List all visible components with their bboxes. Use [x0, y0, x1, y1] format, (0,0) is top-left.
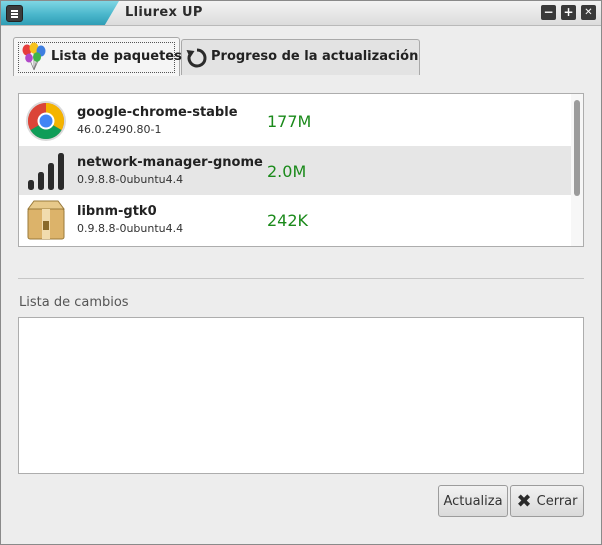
- signal-bars-icon: [28, 153, 64, 190]
- close-x-icon: ✖: [516, 490, 532, 512]
- package-name: google-chrome-stable: [77, 105, 238, 120]
- changes-textarea[interactable]: [18, 317, 584, 474]
- tab-package-list[interactable]: Lista de paquetes: [13, 37, 182, 76]
- close-button-label: Cerrar: [536, 493, 578, 509]
- tab-package-list-label: Lista de paquetes: [51, 49, 182, 64]
- package-row[interactable]: google-chrome-stable 46.0.2490.80-1 177M: [19, 96, 571, 145]
- app-window: Lliurex UP − + ✕ Lista de paquetes Progr…: [0, 0, 602, 545]
- update-button[interactable]: Actualiza: [438, 485, 508, 517]
- minimize-icon[interactable]: −: [541, 5, 556, 20]
- refresh-icon: [186, 48, 207, 68]
- package-box-icon: [27, 200, 65, 240]
- package-version: 0.9.8.8-0ubuntu4.4: [77, 173, 184, 186]
- package-version: 46.0.2490.80-1: [77, 123, 162, 136]
- package-size: 177M: [267, 112, 312, 131]
- window-title: Lliurex UP: [125, 5, 203, 20]
- chrome-icon: [26, 101, 66, 141]
- package-size: 2.0M: [267, 162, 307, 181]
- section-divider: [18, 278, 584, 279]
- package-name: libnm-gtk0: [77, 204, 157, 219]
- package-row[interactable]: libnm-gtk0 0.9.8.8-0ubuntu4.4 242K: [19, 195, 571, 244]
- package-version: 0.9.8.8-0ubuntu4.4: [77, 222, 184, 235]
- title-bar[interactable]: Lliurex UP − + ✕: [1, 1, 601, 26]
- window-menu-icon[interactable]: [6, 5, 23, 22]
- close-button[interactable]: ✖ Cerrar: [510, 485, 584, 517]
- package-row[interactable]: network-manager-gnome 0.9.8.8-0ubuntu4.4…: [19, 146, 571, 195]
- package-size: 242K: [267, 211, 309, 230]
- tab-update-progress[interactable]: Progreso de la actualización: [181, 39, 420, 75]
- package-list-scrollbar[interactable]: [571, 94, 583, 246]
- close-icon[interactable]: ✕: [581, 5, 596, 20]
- maximize-icon[interactable]: +: [561, 5, 576, 20]
- scrollbar-thumb[interactable]: [574, 100, 580, 196]
- package-list[interactable]: google-chrome-stable 46.0.2490.80-1 177M…: [18, 93, 584, 247]
- package-name: network-manager-gnome: [77, 155, 263, 170]
- balloons-icon: [22, 42, 46, 71]
- tab-update-progress-label: Progreso de la actualización: [211, 49, 419, 64]
- changes-label: Lista de cambios: [19, 295, 129, 310]
